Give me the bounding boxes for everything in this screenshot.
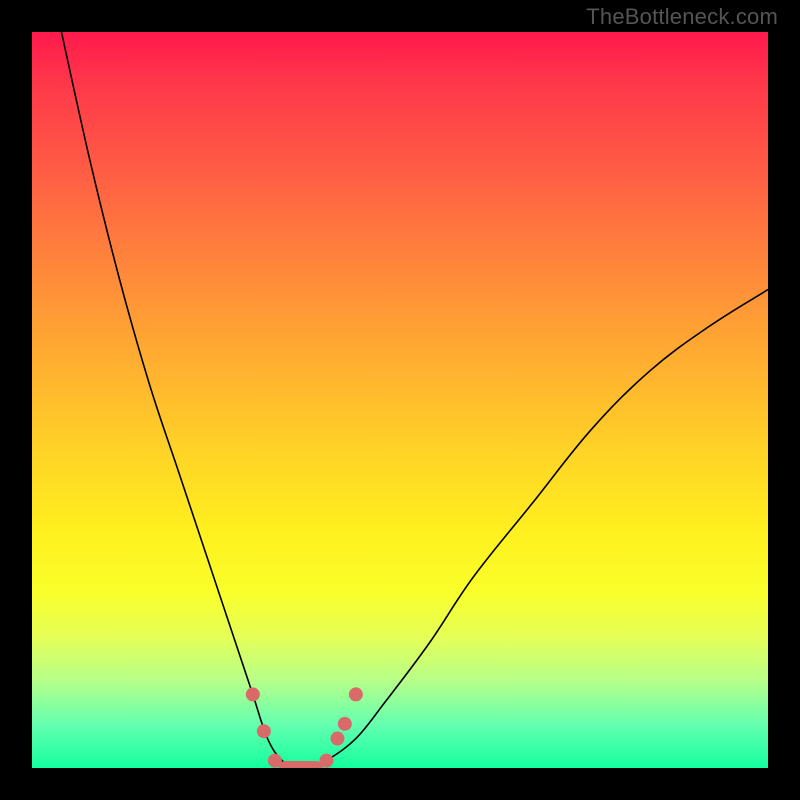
marker-group bbox=[246, 687, 363, 768]
bottleneck-curve-svg bbox=[32, 32, 768, 768]
watermark-text: TheBottleneck.com bbox=[586, 4, 778, 30]
chart-frame: TheBottleneck.com bbox=[0, 0, 800, 800]
curve-marker bbox=[330, 732, 344, 746]
curve-marker bbox=[338, 717, 352, 731]
plot-area bbox=[32, 32, 768, 768]
curve-marker bbox=[246, 687, 260, 701]
curve-marker bbox=[349, 687, 363, 701]
bottleneck-curve bbox=[61, 32, 768, 768]
curve-bottom-bar bbox=[279, 761, 323, 768]
curve-marker bbox=[257, 724, 271, 738]
